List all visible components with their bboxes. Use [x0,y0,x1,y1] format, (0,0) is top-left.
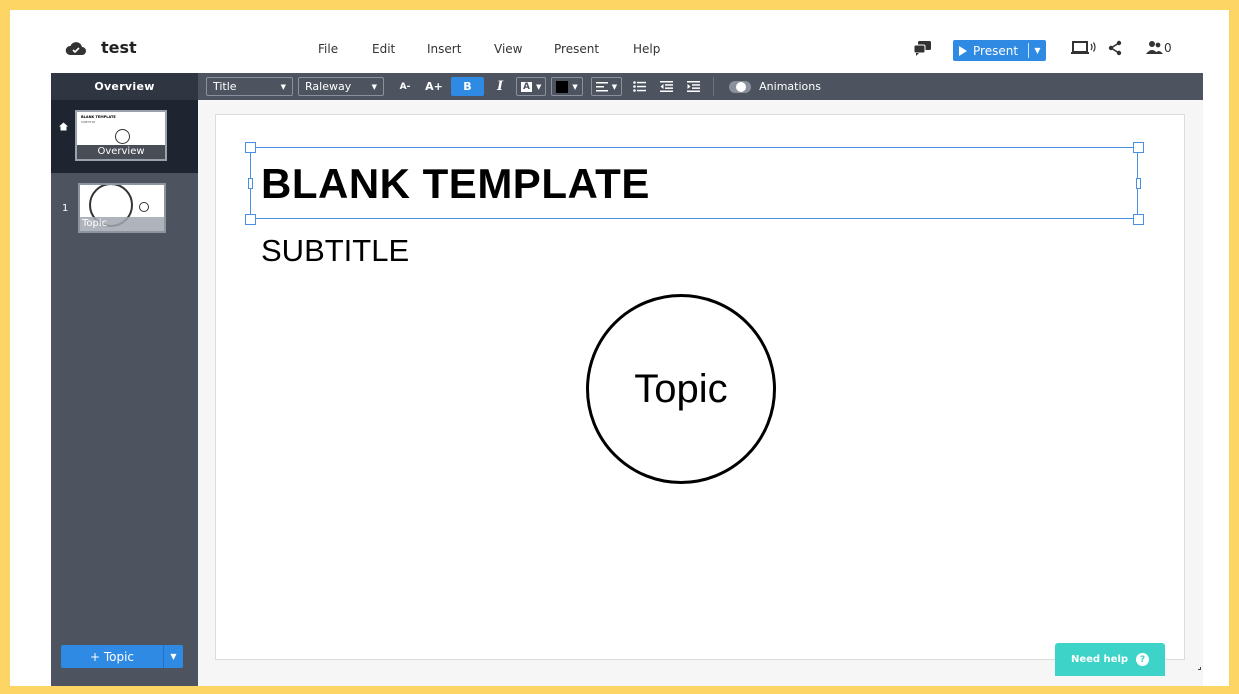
font-family-select[interactable]: Raleway ▼ [298,77,384,96]
slide-mini-subtopic-circle [139,202,149,212]
add-topic-group: + Topic ▼ [61,645,183,668]
cloud-saved-icon [65,41,86,55]
decrease-font-button[interactable]: A- [398,77,412,96]
play-icon [959,45,967,56]
slide-thumbnail[interactable]: Topic [78,183,166,233]
slide-number: 1 [62,203,69,214]
outdent-icon[interactable] [660,81,674,92]
slide-thumb-label: Topic [80,217,164,231]
sidebar-overview-item[interactable]: BLANK TEMPLATE SUBTITLE Overview [51,100,198,173]
present-button[interactable]: Present [953,40,1028,61]
share-icon[interactable] [1108,40,1122,56]
align-left-icon [595,81,608,91]
menu-help[interactable]: Help [633,42,660,56]
animations-toggle[interactable] [729,80,752,93]
bold-button[interactable]: B [451,77,484,96]
overview-mini-title: BLANK TEMPLATE [81,115,116,119]
canvas-area: BLANK TEMPLATE SUBTITLE Topic [198,100,1203,686]
add-topic-button[interactable]: + Topic [61,650,163,664]
format-toolbar: Title ▼ Raleway ▼ A- A+ B I A ▼ ▼ ▼ Anim… [198,73,1203,100]
need-help-label: Need help [1070,654,1129,665]
font-family-value: Raleway [305,80,352,93]
slide-canvas[interactable]: BLANK TEMPLATE SUBTITLE Topic [215,114,1185,660]
window-resize-grip[interactable] [1198,667,1201,670]
toggle-knob [736,81,747,92]
overview-mini-circle [115,129,130,144]
need-help-button[interactable]: Need help ? [1055,643,1165,676]
resize-handle-right[interactable] [1136,178,1141,189]
document-title[interactable]: test [101,38,137,57]
menu-view[interactable]: View [494,42,554,56]
doc-title-group: test [65,38,137,57]
highlight-icon: A [521,81,532,92]
resize-handle-bottom-right[interactable] [1133,214,1144,225]
chevron-down-icon: ▼ [371,82,377,91]
overview-thumb-label: Overview [77,145,165,159]
broadcast-screen-icon[interactable] [1071,40,1097,56]
present-label: Present [973,43,1019,58]
text-style-value: Title [213,80,237,93]
italic-button[interactable]: I [493,77,507,96]
topic-label: Topic [634,366,728,411]
collaborators-count: 0 [1164,40,1172,55]
overview-mini-subtitle: SUBTITLE [81,120,96,124]
topic-node[interactable]: Topic [586,294,776,484]
top-header: test File Edit Insert View Present Help … [10,10,1229,73]
bullet-list-icon[interactable] [633,81,647,92]
menu-bar: File Edit Insert View Present Help [318,42,660,56]
slide-list-item[interactable]: 1 Topic [51,173,198,235]
chevron-down-icon: ▼ [535,82,542,91]
comments-icon[interactable] [913,40,932,57]
resize-handle-top-left[interactable] [245,142,256,153]
menu-edit[interactable]: Edit [372,42,427,56]
resize-handle-top-right[interactable] [1133,142,1144,153]
app-window: test File Edit Insert View Present Help … [10,10,1229,686]
animations-label: Animations [759,80,821,93]
left-sidebar: Overview BLANK TEMPLATE SUBTITLE Overvie… [51,73,198,686]
present-dropdown-caret[interactable]: ▼ [1029,46,1046,55]
resize-handle-left[interactable] [248,178,253,189]
sidebar-heading: Overview [51,73,198,100]
resize-handle-bottom-left[interactable] [245,214,256,225]
toolbar-divider [713,77,715,96]
align-button[interactable]: ▼ [590,77,623,96]
highlight-color-button[interactable]: A ▼ [516,77,547,96]
add-topic-dropdown-caret[interactable]: ▼ [164,652,183,661]
text-color-swatch [556,80,569,93]
menu-file[interactable]: File [318,42,372,56]
indent-icon[interactable] [687,81,701,92]
chevron-down-icon: ▼ [611,82,618,91]
chevron-down-icon: ▼ [572,82,578,91]
increase-font-button[interactable]: A+ [425,77,443,96]
users-icon [1146,41,1163,54]
overview-thumbnail[interactable]: BLANK TEMPLATE SUBTITLE Overview [75,110,167,161]
slide-title[interactable]: BLANK TEMPLATE [261,160,650,208]
menu-present[interactable]: Present [554,42,633,56]
help-question-icon: ? [1136,653,1150,666]
chevron-down-icon: ▼ [280,82,286,91]
present-button-group: Present ▼ [953,40,1046,61]
collaborators-group[interactable]: 0 [1146,40,1172,55]
menu-insert[interactable]: Insert [427,42,494,56]
text-color-button[interactable]: ▼ [551,77,583,96]
home-icon [59,122,68,131]
text-style-select[interactable]: Title ▼ [206,77,293,96]
slide-subtitle[interactable]: SUBTITLE [261,233,409,269]
